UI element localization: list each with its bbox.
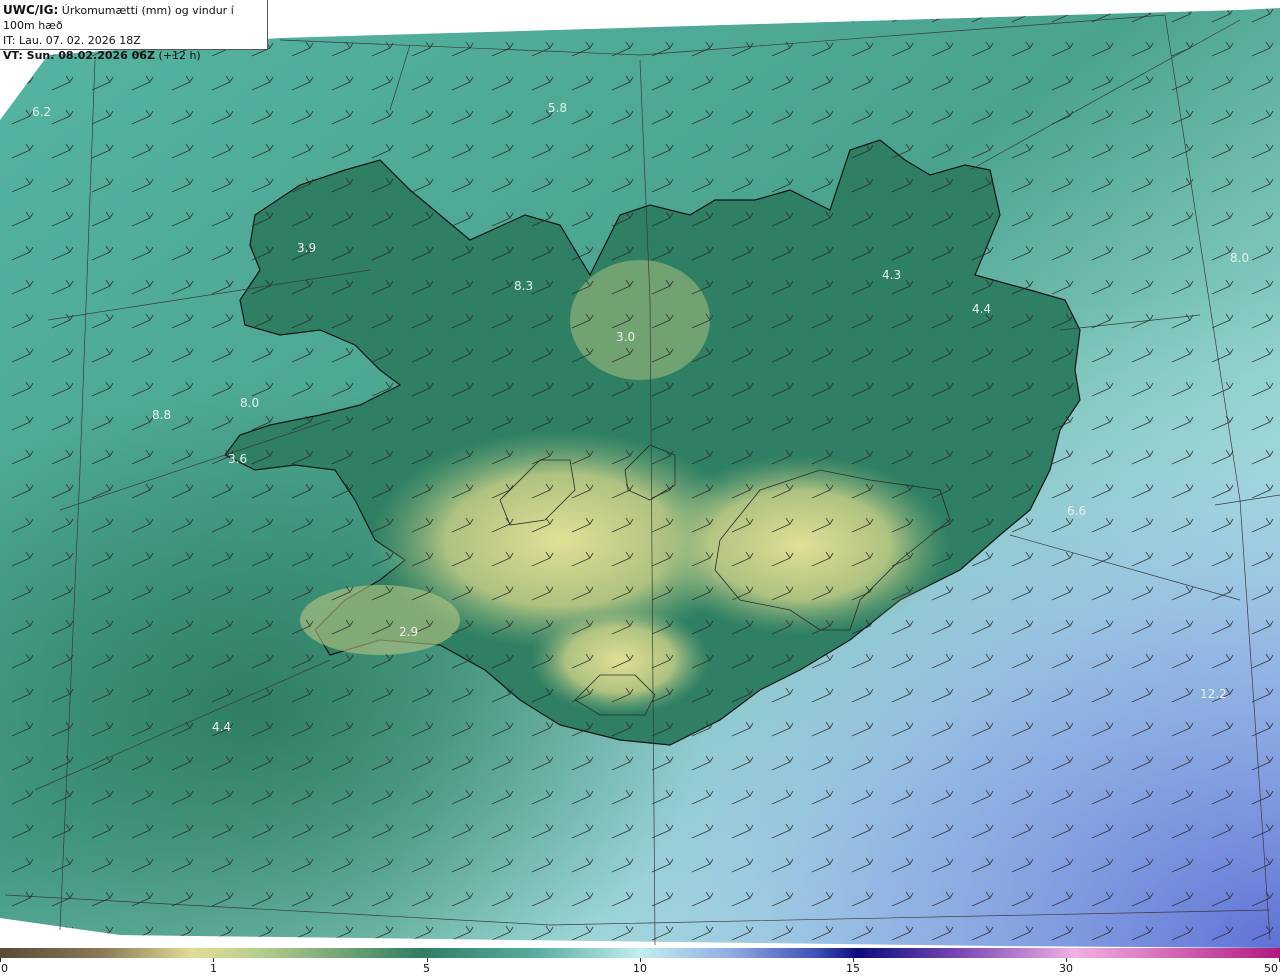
value-label: 3.9 <box>297 241 316 255</box>
header-title-line: UWC/IG: Úrkomumætti (mm) og vindur í 100… <box>3 3 267 33</box>
map-header: UWC/IG: Úrkomumætti (mm) og vindur í 100… <box>0 0 268 62</box>
colorbar-tick-label: 1 <box>210 962 217 975</box>
lead-time: (+12 h) <box>158 49 201 62</box>
init-time: IT: Lau. 07. 02. 2026 18Z <box>3 34 141 47</box>
value-label: 8.3 <box>514 279 533 293</box>
colorbar-tick-label: 5 <box>423 962 430 975</box>
value-label: 3.0 <box>616 330 635 344</box>
value-label: 8.8 <box>152 408 171 422</box>
colorbar-tick-label: 30 <box>1059 962 1073 975</box>
value-label: 4.3 <box>882 268 901 282</box>
value-label: 3.6 <box>228 452 247 466</box>
colorbar-tick-label: 0 <box>1 962 8 975</box>
colorbar-ticks: 0 1 5 10 15 30 50 <box>0 958 1280 978</box>
colorbar-tick-label: 50 <box>1264 962 1278 975</box>
value-label: 6.2 <box>32 105 51 119</box>
colorbar-tick-label: 10 <box>633 962 647 975</box>
value-label: 12.2 <box>1200 687 1227 701</box>
value-label: 2.9 <box>399 625 418 639</box>
valid-time-line: VT: Sun. 08.02.2026 06Z (+12 h) <box>3 48 267 63</box>
model-label: UWC/IG: <box>3 3 59 17</box>
valid-time: VT: Sun. 08.02.2026 06Z <box>3 49 155 62</box>
wind-barbs <box>0 8 1280 948</box>
value-label: 6.6 <box>1067 504 1086 518</box>
value-label: 5.8 <box>548 101 567 115</box>
value-label: 8.0 <box>240 396 259 410</box>
precipitation-map: 6.2 5.8 3.9 8.3 3.0 4.3 4.4 8.0 8.0 8.8 … <box>0 0 1280 948</box>
value-label: 8.0 <box>1230 251 1249 265</box>
value-label: 4.4 <box>972 302 991 316</box>
value-label: 4.4 <box>212 720 231 734</box>
colorbar-tick-label: 15 <box>846 962 860 975</box>
colorbar <box>0 948 1280 958</box>
